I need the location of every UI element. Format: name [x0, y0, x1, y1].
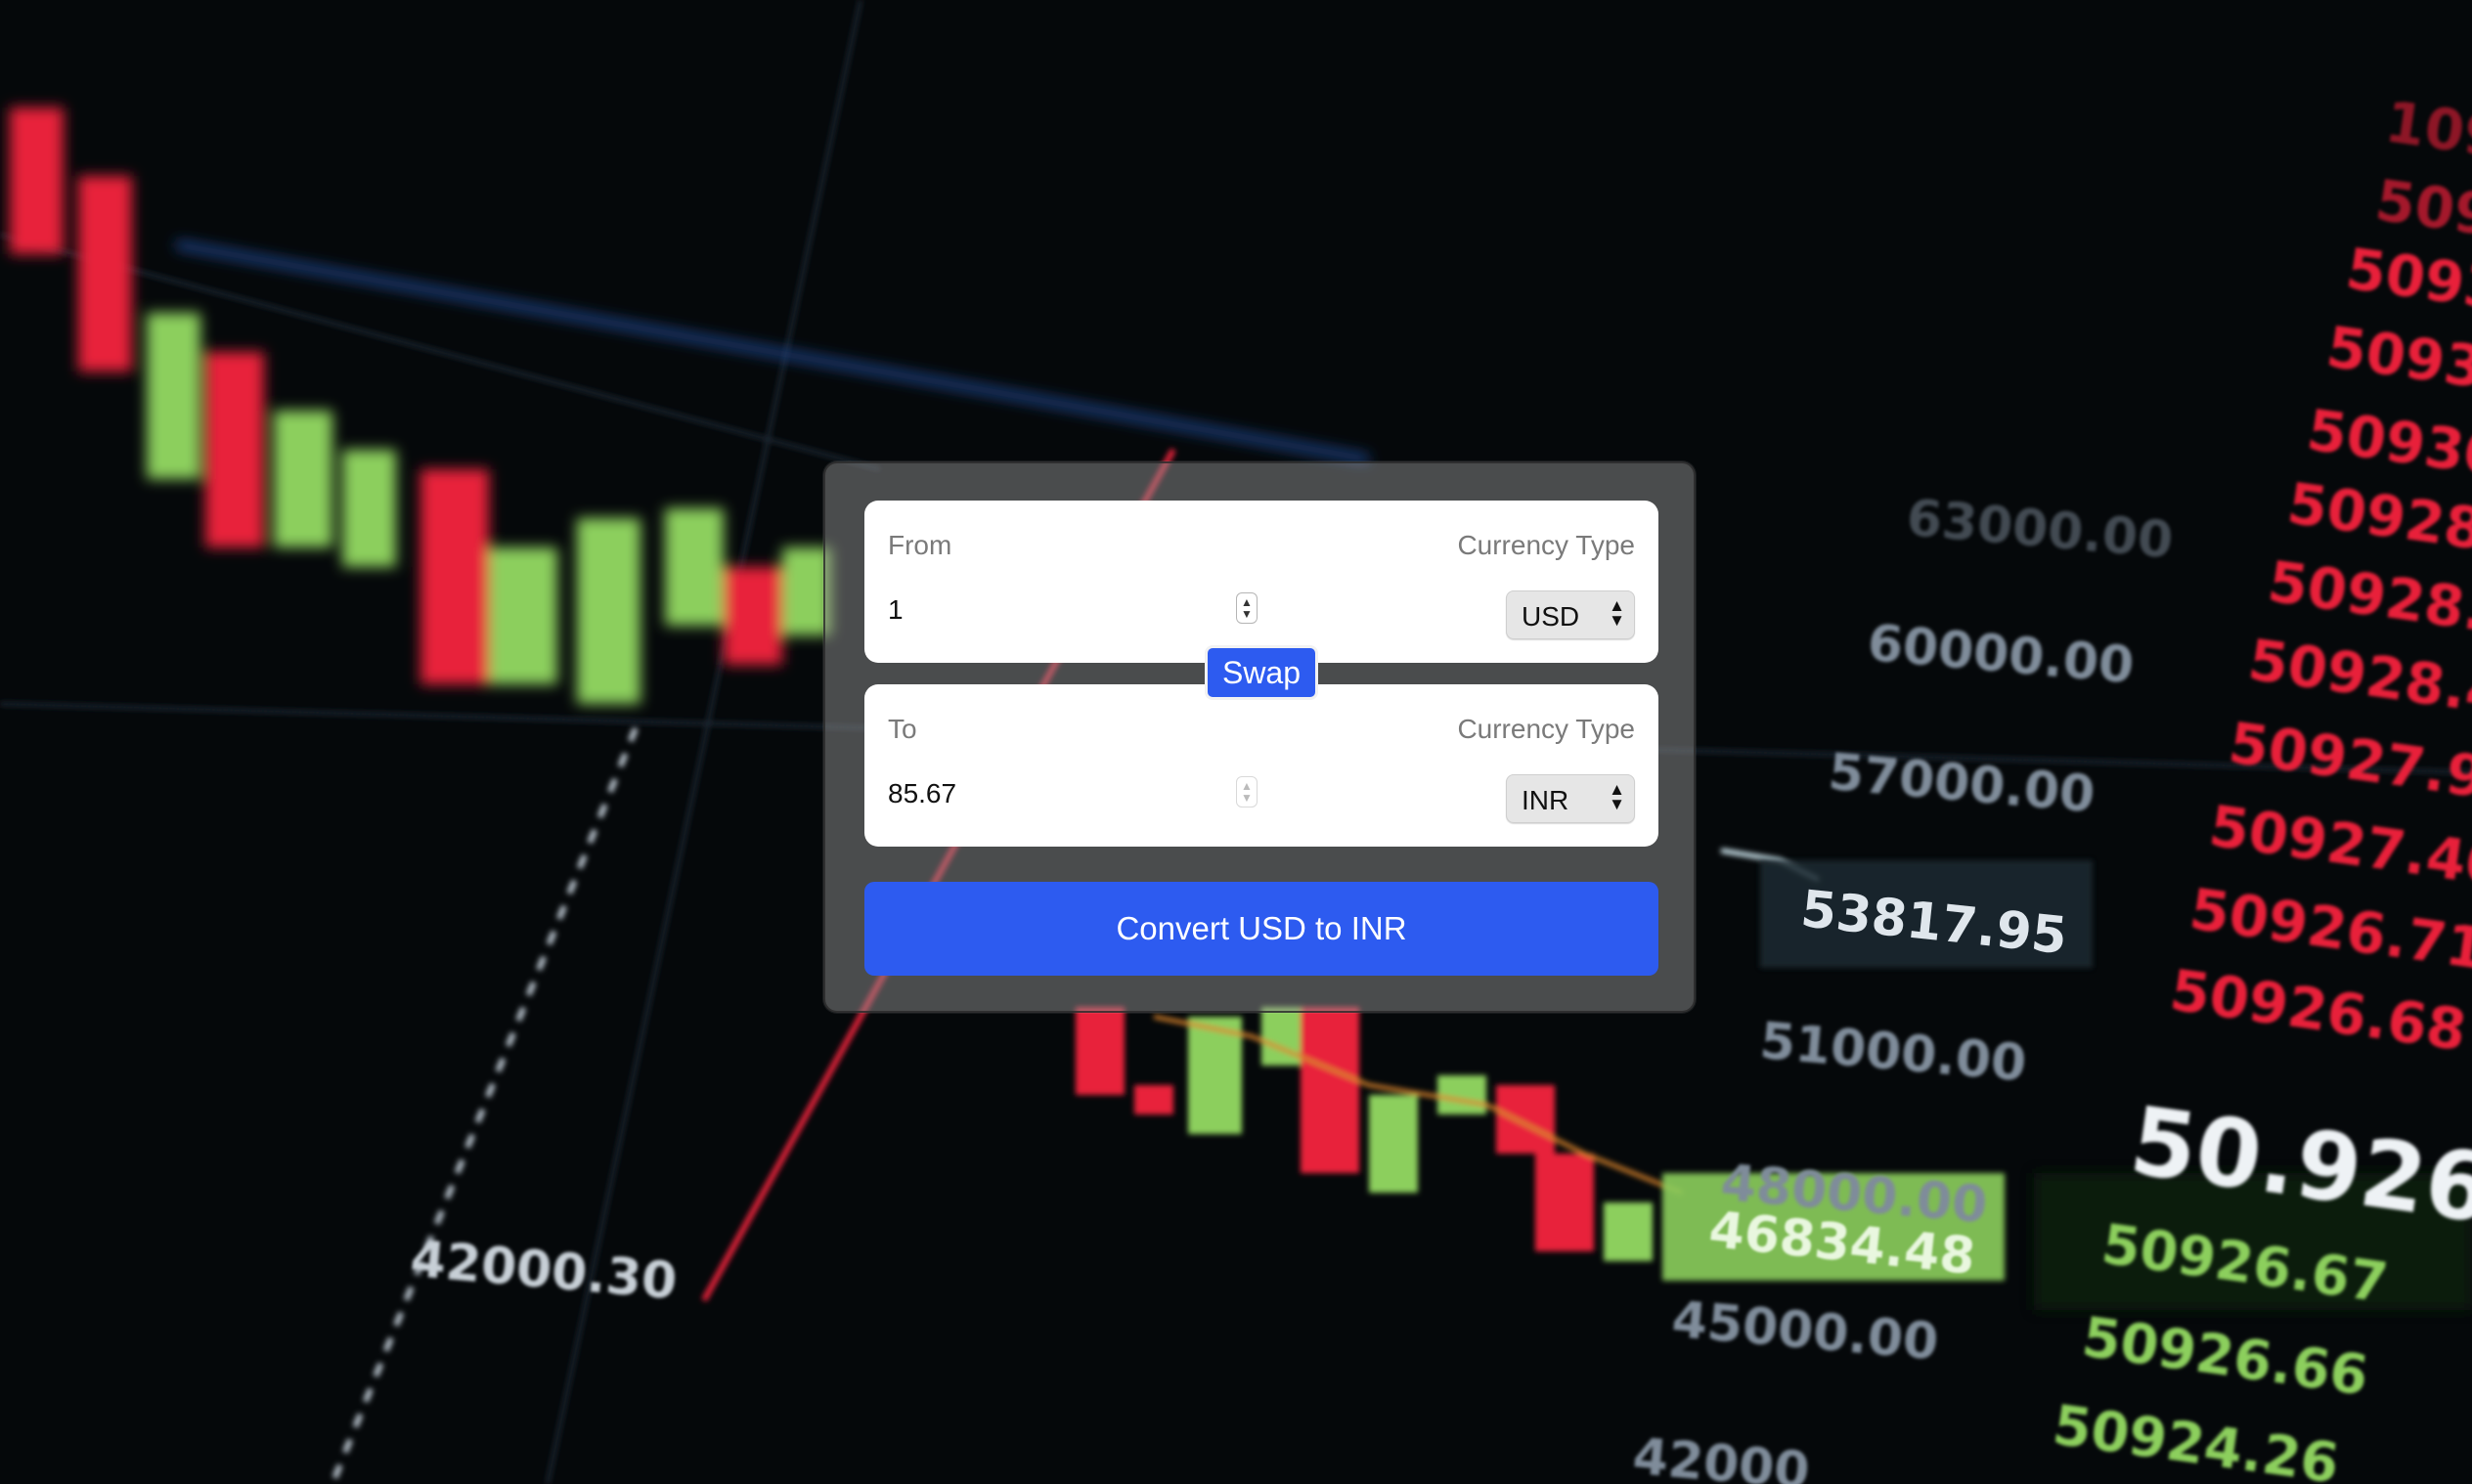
to-amount-stepper[interactable]: ▲ ▼: [1236, 776, 1258, 807]
from-amount-input[interactable]: 1: [888, 594, 1259, 626]
from-panel: From Currency Type 1 ▲ ▼ USD ▲ ▼: [864, 501, 1658, 663]
chevron-down-icon: ▼: [1241, 607, 1253, 621]
select-arrows-icon: ▲ ▼: [1609, 596, 1625, 630]
from-currency-select[interactable]: USD ▲ ▼: [1506, 590, 1635, 639]
to-currency-value: INR: [1522, 785, 1569, 815]
convert-button[interactable]: Convert USD to INR: [864, 882, 1658, 976]
from-amount-stepper[interactable]: ▲ ▼: [1236, 592, 1258, 624]
converter-card: From Currency Type 1 ▲ ▼ USD ▲ ▼ To Curre…: [823, 461, 1696, 1013]
swap-button[interactable]: Swap: [1205, 645, 1318, 700]
to-currency-type-label: Currency Type: [1457, 714, 1635, 744]
from-currency-type-label: Currency Type: [1457, 530, 1635, 560]
from-currency-value: USD: [1522, 601, 1580, 632]
to-panel: To Currency Type 85.67 ▲ ▼ INR ▲ ▼: [864, 684, 1658, 847]
to-amount-input[interactable]: 85.67: [888, 778, 1259, 809]
from-label: From: [888, 530, 952, 560]
chevron-down-icon: ▼: [1241, 791, 1253, 805]
select-arrows-icon: ▲ ▼: [1609, 780, 1625, 813]
to-currency-select[interactable]: INR ▲ ▼: [1506, 774, 1635, 823]
to-label: To: [888, 714, 917, 744]
